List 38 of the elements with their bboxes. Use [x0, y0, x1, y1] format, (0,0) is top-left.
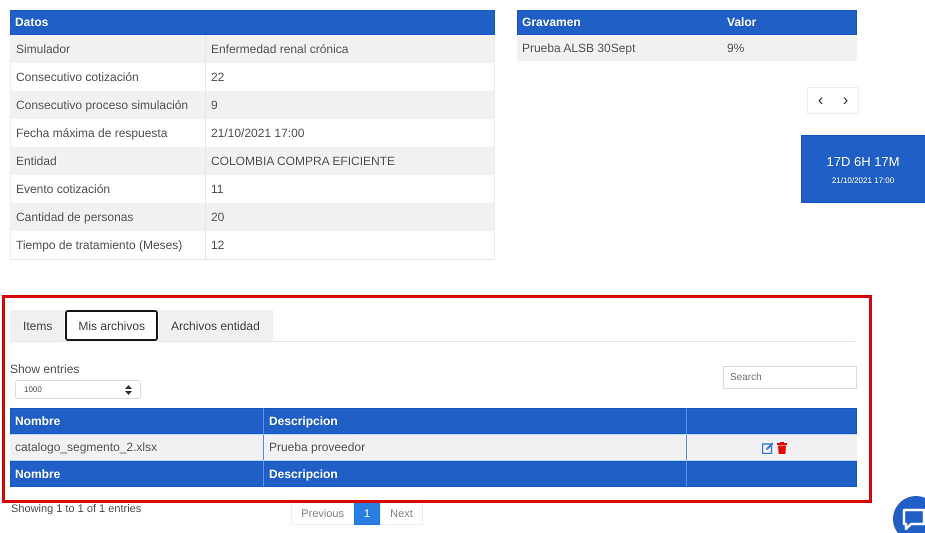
sort-arrows-icon — [125, 384, 132, 394]
countdown-time: 17D 6H 17M — [826, 154, 900, 168]
entries-select[interactable]: 1000 — [15, 380, 141, 399]
chat-icon — [902, 508, 925, 530]
table-cell-text: 9% — [726, 40, 744, 57]
table-cell-text: 22 — [210, 69, 226, 86]
entries-info: Showing 1 to 1 of 1 entries — [11, 503, 142, 517]
table-cell: Entidad — [11, 147, 206, 175]
table-cell-text: Enfermedad renal crónica — [210, 41, 350, 58]
show-entries-label: Show entries — [10, 362, 80, 376]
table-cell-text: 9 — [210, 97, 219, 114]
tab[interactable]: Archivos entidad — [158, 310, 273, 341]
table-cell: Consecutivo proceso simulación — [11, 91, 206, 119]
countdown-date: 21/10/2021 17:00 — [830, 176, 896, 184]
table-cell: Cantidad de personas — [11, 203, 206, 231]
table-cell-text: 21/10/2021 17:00 — [210, 125, 306, 142]
pagination-button[interactable]: Previous — [291, 503, 354, 525]
edit-icon[interactable] — [762, 442, 774, 454]
tab[interactable]: Mis archivos — [65, 310, 158, 341]
tab[interactable]: Items — [10, 310, 66, 341]
table-header: Datos — [10, 10, 495, 35]
table-cell-text: Prueba ALSB 30Sept — [521, 40, 636, 57]
column-footer: Descripcion — [264, 461, 687, 487]
search-field[interactable]: Search — [723, 366, 857, 389]
column-header: Valor — [726, 14, 756, 31]
table-cell: catalogo_segmento_2.xlsx — [10, 435, 264, 460]
table-cell-text: 11 — [210, 181, 224, 198]
table-cell: Tiempo de tratamiento (Meses) — [11, 231, 206, 259]
table-cell-text: COLOMBIA COMPRA EFICIENTE — [210, 153, 396, 170]
pagination-button[interactable]: Next — [380, 503, 423, 525]
table-cell: Simulador — [11, 35, 206, 63]
column-footer: Nombre — [10, 461, 264, 487]
column-header: Gravamen — [521, 14, 582, 31]
table-cell-text: 12 — [210, 237, 226, 254]
pagination-button[interactable]: 1 — [354, 503, 380, 525]
table-cell-text: 20 — [210, 209, 226, 226]
trash-icon[interactable] — [777, 442, 787, 454]
table-cell: Prueba proveedor — [264, 435, 687, 460]
